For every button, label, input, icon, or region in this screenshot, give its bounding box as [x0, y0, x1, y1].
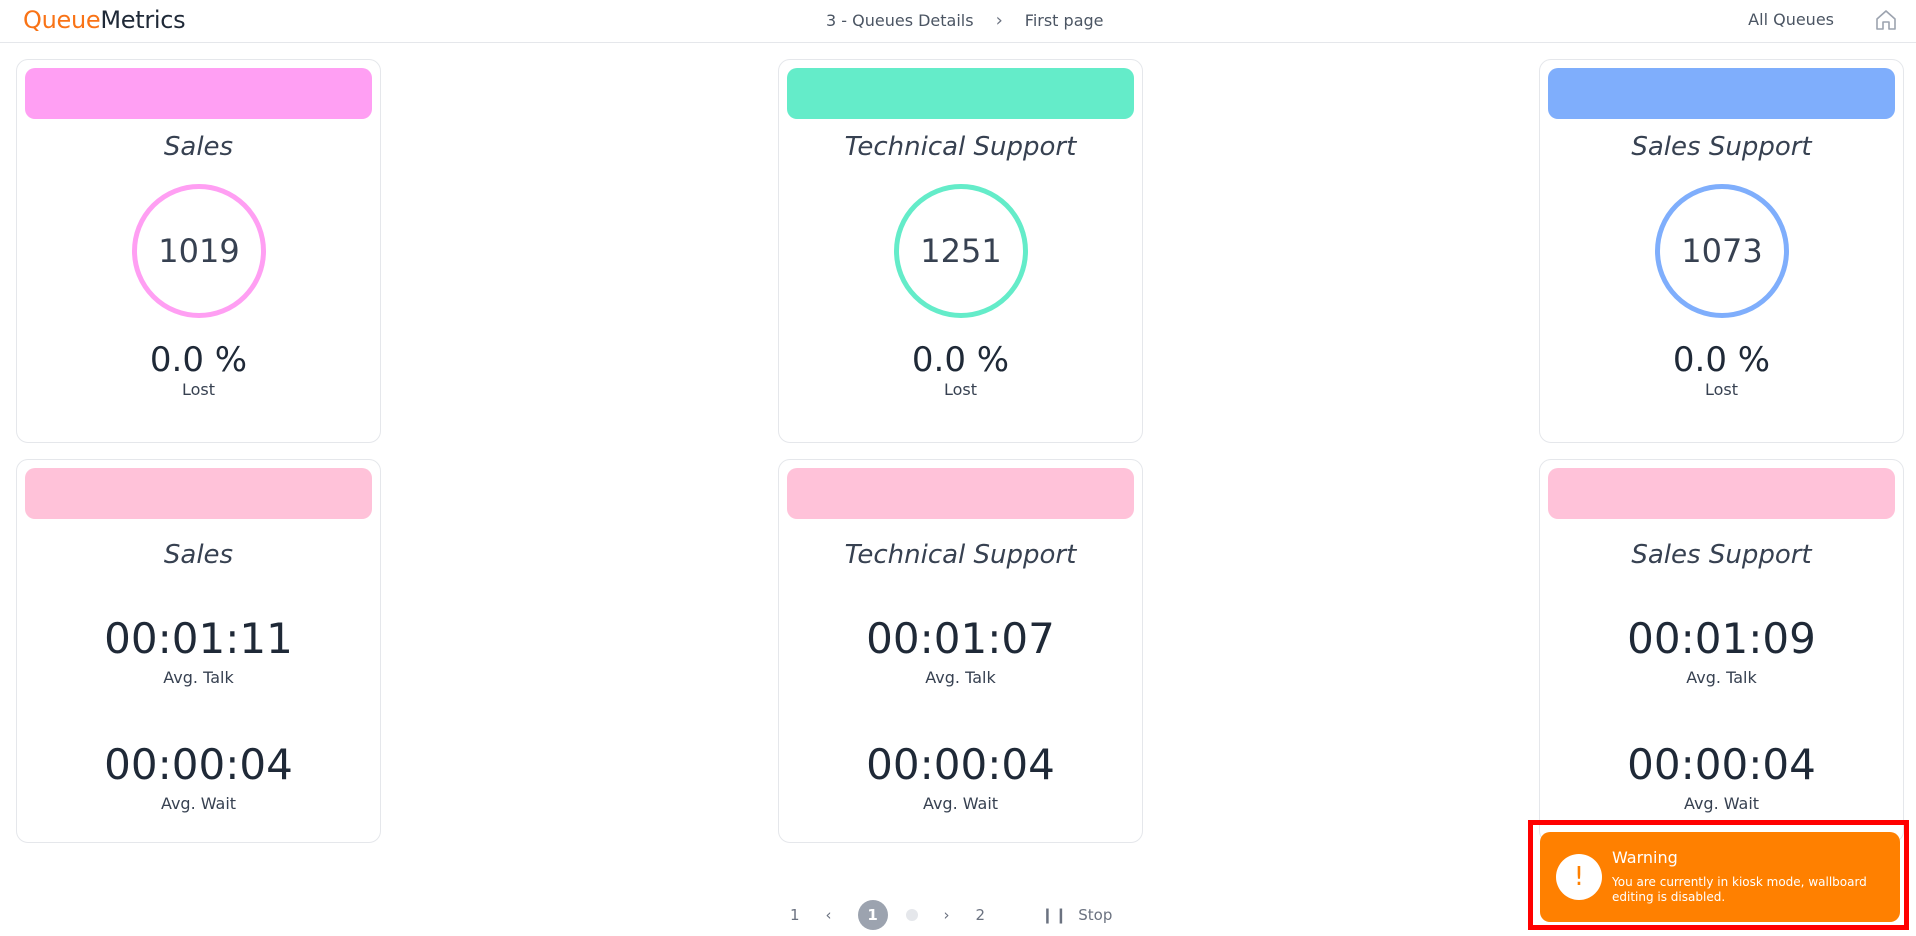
- avg-talk-label: Avg. Talk: [925, 668, 996, 687]
- lost-percent: 0.0 %: [911, 340, 1010, 380]
- pager-first-page[interactable]: 1: [790, 906, 800, 924]
- chevron-right-icon: ›: [995, 10, 1003, 31]
- pager-last-page[interactable]: 2: [976, 906, 986, 924]
- avg-talk-value: 00:01:11: [104, 614, 293, 663]
- queue-name: Technical Support: [844, 540, 1077, 570]
- page-pager: 1 ‹ 1 › 2 ❙❙ Stop: [790, 899, 1112, 931]
- queue-color-bar: [1548, 68, 1895, 119]
- avg-wait-value: 00:00:04: [104, 740, 293, 789]
- top-bar: QueueMetrics 3 - Queues Details › First …: [0, 0, 1916, 43]
- breadcrumb-wallboard[interactable]: 3 - Queues Details: [826, 11, 974, 30]
- queue-card-technical-support-times: Technical Support 00:01:07 Avg. Talk 00:…: [778, 459, 1143, 843]
- stop-label: Stop: [1078, 906, 1113, 924]
- avg-wait-label: Avg. Wait: [160, 794, 237, 813]
- calls-count-ring: 1251: [894, 184, 1028, 318]
- logo-metrics-text: Metrics: [100, 6, 186, 34]
- queue-name: Sales Support: [1631, 540, 1812, 570]
- home-icon[interactable]: [1874, 8, 1898, 32]
- app-logo[interactable]: QueueMetrics: [23, 6, 186, 34]
- pause-icon: ❙❙: [1041, 906, 1069, 924]
- lost-percent: 0.0 %: [149, 340, 248, 380]
- breadcrumb-page[interactable]: First page: [1025, 11, 1104, 30]
- warning-toast[interactable]: ! Warning You are currently in kiosk mod…: [1540, 832, 1900, 922]
- avg-talk-value: 00:01:07: [866, 614, 1055, 663]
- queue-color-bar: [25, 68, 372, 119]
- queue-color-bar: [25, 468, 372, 519]
- queue-name: Technical Support: [844, 132, 1077, 162]
- toast-title: Warning: [1612, 848, 1678, 867]
- queue-card-technical-support-lost: Technical Support 1251 0.0 % Lost: [778, 59, 1143, 443]
- breadcrumb: 3 - Queues Details › First page: [826, 10, 1104, 31]
- chevron-left-icon[interactable]: ‹: [826, 906, 832, 924]
- lost-label: Lost: [943, 380, 978, 399]
- queue-card-sales-lost: Sales 1019 0.0 % Lost: [16, 59, 381, 443]
- all-queues-link[interactable]: All Queues: [1748, 10, 1834, 29]
- stop-rotation-button[interactable]: ❙❙ Stop: [1041, 906, 1112, 924]
- queue-card-sales-times: Sales 00:01:11 Avg. Talk 00:00:04 Avg. W…: [16, 459, 381, 843]
- queue-card-sales-support-lost: Sales Support 1073 0.0 % Lost: [1539, 59, 1904, 443]
- calls-count-ring: 1073: [1655, 184, 1789, 318]
- lost-label: Lost: [1704, 380, 1739, 399]
- queue-color-bar: [787, 68, 1134, 119]
- pager-current-page[interactable]: 1: [857, 900, 888, 930]
- avg-talk-value: 00:01:09: [1627, 614, 1816, 663]
- avg-talk-label: Avg. Talk: [163, 668, 234, 687]
- queue-color-bar: [1548, 468, 1895, 519]
- calls-count-ring: 1019: [132, 184, 266, 318]
- toast-message: You are currently in kiosk mode, wallboa…: [1612, 875, 1867, 904]
- avg-talk-label: Avg. Talk: [1686, 668, 1757, 687]
- lost-label: Lost: [181, 380, 216, 399]
- warning-icon: !: [1556, 854, 1602, 900]
- lost-percent: 0.0 %: [1672, 340, 1771, 380]
- avg-wait-value: 00:00:04: [1627, 740, 1816, 789]
- avg-wait-value: 00:00:04: [866, 740, 1055, 789]
- queue-card-sales-support-times: Sales Support 00:01:09 Avg. Talk 00:00:0…: [1539, 459, 1904, 843]
- queue-name: Sales: [163, 132, 234, 162]
- queue-name: Sales: [163, 540, 234, 570]
- logo-queue-text: Queue: [23, 6, 101, 34]
- avg-wait-label: Avg. Wait: [1683, 794, 1760, 813]
- queue-color-bar: [787, 468, 1134, 519]
- queue-name: Sales Support: [1631, 132, 1812, 162]
- pager-dot[interactable]: [905, 909, 918, 921]
- avg-wait-label: Avg. Wait: [922, 794, 999, 813]
- chevron-right-icon[interactable]: ›: [944, 906, 950, 924]
